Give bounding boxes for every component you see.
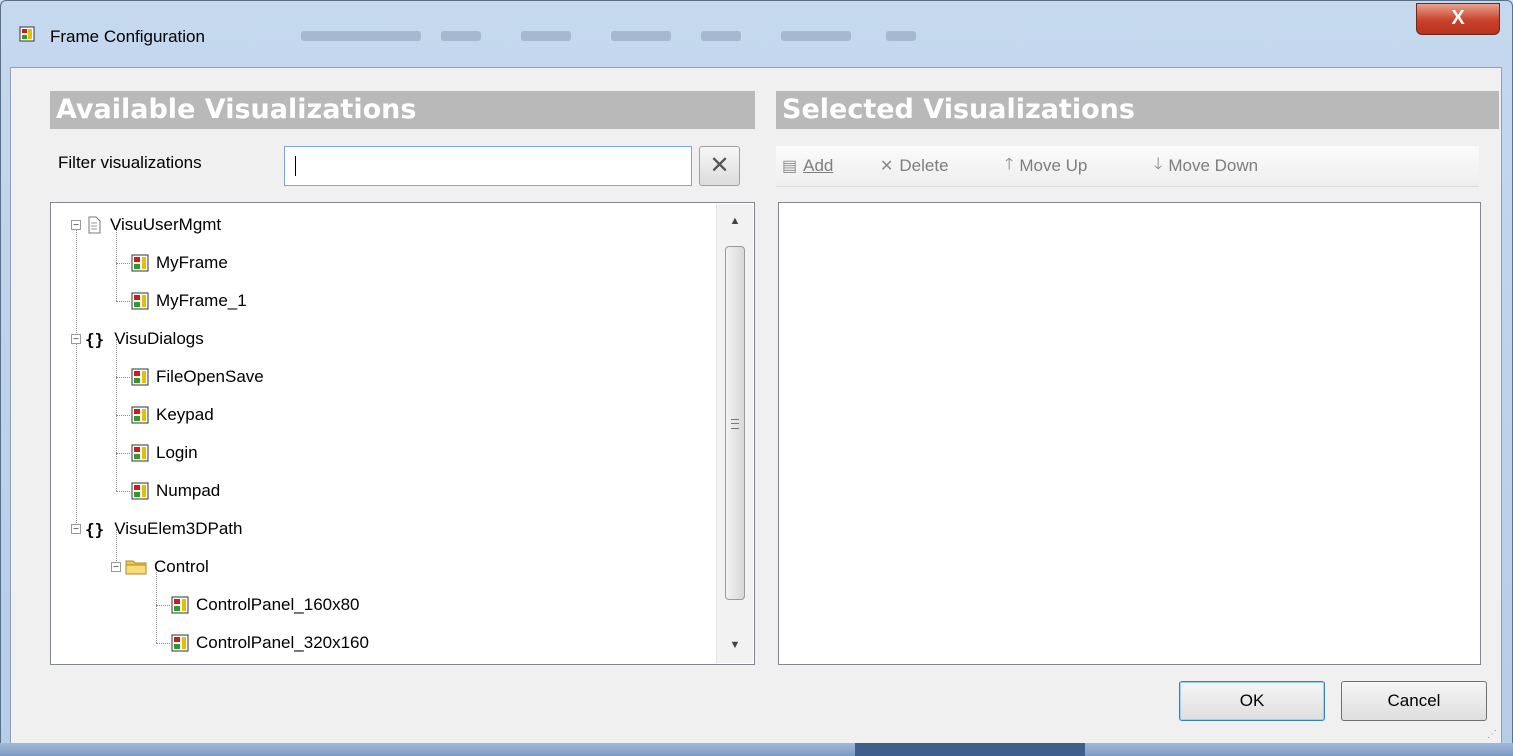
add-label: Add <box>803 156 834 175</box>
close-x-icon: ✕ <box>709 152 730 179</box>
add-document-icon: ▤ <box>782 158 798 175</box>
tree-item-myframe-1[interactable]: MyFrame_1 <box>131 289 247 313</box>
tree-item-controlpanel-160x80[interactable]: ControlPanel_160x80 <box>171 593 360 617</box>
move-down-button[interactable]: 🡓 Move Down <box>1154 155 1258 177</box>
tree-item-fileopensave[interactable]: FileOpenSave <box>131 365 264 389</box>
add-button[interactable]: ▤ Add <box>782 155 833 177</box>
collapse-icon[interactable]: − <box>71 524 81 535</box>
move-up-label: Move Up <box>1019 156 1088 175</box>
tree-item-label: FileOpenSave <box>156 367 264 386</box>
move-down-label: Move Down <box>1168 156 1259 175</box>
blurred-menu-bar <box>521 31 571 41</box>
delete-button[interactable]: ✕ Delete <box>880 155 949 177</box>
braces-icon: {} <box>85 519 105 539</box>
blurred-menu-bar <box>611 31 671 41</box>
blurred-menu-bar <box>886 31 916 41</box>
blurred-menu-bar <box>701 31 741 41</box>
arrow-up-icon: 🡑 <box>1005 155 1014 173</box>
text-caret <box>295 156 296 176</box>
visualization-icon <box>171 596 189 614</box>
tree-connector <box>116 377 130 378</box>
clear-filter-button[interactable]: ✕ <box>699 146 740 186</box>
tree-item-visuusermgmt[interactable]: − VisuUserMgmt <box>71 213 221 237</box>
visualization-icon <box>131 406 149 424</box>
available-visualizations-header: Available Visualizations <box>50 91 755 129</box>
filter-label: Filter visualizations <box>58 153 202 172</box>
tree-item-label: ControlPanel_320x160 <box>196 633 369 652</box>
filter-input[interactable] <box>284 146 692 186</box>
file-icon <box>88 216 101 234</box>
tree-item-label: MyFrame_1 <box>156 291 247 310</box>
tree-item-visuelem3dpath[interactable]: − {} VisuElem3DPath <box>71 517 242 541</box>
arrow-down-icon: 🡓 <box>1154 155 1163 173</box>
tree-item-myframe[interactable]: MyFrame <box>131 251 228 275</box>
available-visualizations-tree[interactable]: − VisuUserMgmt MyFrame MyFrame_1 − {} Vi… <box>50 202 755 665</box>
visualization-icon <box>131 482 149 500</box>
tree-item-label: Numpad <box>156 481 221 500</box>
tree-connector <box>116 301 130 302</box>
tree-connector <box>116 263 130 264</box>
window-title: Frame Configuration <box>50 27 205 46</box>
dialog-client-area: Available Visualizations Filter visualiz… <box>10 67 1502 744</box>
visualization-icon <box>131 368 149 386</box>
scroll-thumb[interactable] <box>725 246 745 600</box>
selected-visualizations-toolbar: ▤ Add ✕ Delete 🡑 Move Up 🡓 Move Down <box>776 146 1479 187</box>
blurred-menu-bar <box>441 31 481 41</box>
collapse-icon[interactable]: − <box>71 334 81 345</box>
selected-visualizations-list[interactable] <box>778 202 1481 665</box>
tree-item-control[interactable]: − Control <box>111 555 209 579</box>
tree-item-label: Control <box>154 557 209 576</box>
braces-icon: {} <box>85 329 105 349</box>
visualization-icon <box>131 444 149 462</box>
taskbar-edge <box>0 743 1513 756</box>
collapse-icon[interactable]: − <box>111 562 121 573</box>
tree-item-keypad[interactable]: Keypad <box>131 403 214 427</box>
tree-item-numpad[interactable]: Numpad <box>131 479 220 503</box>
grip-icon <box>731 419 739 429</box>
taskbar-segment <box>855 743 1085 756</box>
ok-button[interactable]: OK <box>1179 681 1325 721</box>
visualization-icon <box>19 26 35 42</box>
resize-grip-icon[interactable]: ⋰ <box>1487 729 1499 741</box>
tree-item-label: ControlPanel_160x80 <box>196 595 360 614</box>
title-bar[interactable]: Frame Configuration X <box>1 1 1512 67</box>
blurred-menu-bar <box>781 31 851 41</box>
tree-item-visudialogs[interactable]: − {} VisuDialogs <box>71 327 204 351</box>
tree-connector <box>156 643 170 644</box>
close-button[interactable]: X <box>1416 3 1500 35</box>
tree-item-label: VisuUserMgmt <box>110 215 222 234</box>
delete-label: Delete <box>899 156 949 175</box>
visualization-icon <box>131 254 149 272</box>
selected-visualizations-header: Selected Visualizations <box>776 91 1499 129</box>
tree-item-label: VisuElem3DPath <box>114 519 243 538</box>
tree-vertical-scrollbar[interactable]: ▲ ▼ <box>716 204 753 663</box>
folder-icon <box>125 560 147 575</box>
tree-item-label: VisuDialogs <box>114 329 204 348</box>
tree-connector <box>116 415 130 416</box>
visualization-icon <box>131 292 149 310</box>
tree-item-controlpanel-320x160[interactable]: ControlPanel_320x160 <box>171 631 369 655</box>
cancel-button[interactable]: Cancel <box>1341 681 1487 721</box>
tree-item-label: Login <box>156 443 198 462</box>
tree-connector <box>116 491 130 492</box>
frame-configuration-dialog: Frame Configuration X Available Visualiz… <box>0 0 1513 756</box>
tree-item-label: MyFrame <box>156 253 228 272</box>
blurred-menu-bar <box>301 31 421 41</box>
tree-connector <box>156 605 170 606</box>
move-up-button[interactable]: 🡑 Move Up <box>1005 155 1087 177</box>
delete-x-icon: ✕ <box>880 158 894 175</box>
tree-item-label: Keypad <box>156 405 214 424</box>
tree-connector <box>76 225 77 525</box>
scroll-down-arrow-icon[interactable]: ▼ <box>717 632 753 658</box>
tree-connector <box>116 453 130 454</box>
visualization-icon <box>171 634 189 652</box>
tree-item-login[interactable]: Login <box>131 441 198 465</box>
scroll-up-arrow-icon[interactable]: ▲ <box>717 208 753 234</box>
collapse-icon[interactable]: − <box>71 220 81 231</box>
